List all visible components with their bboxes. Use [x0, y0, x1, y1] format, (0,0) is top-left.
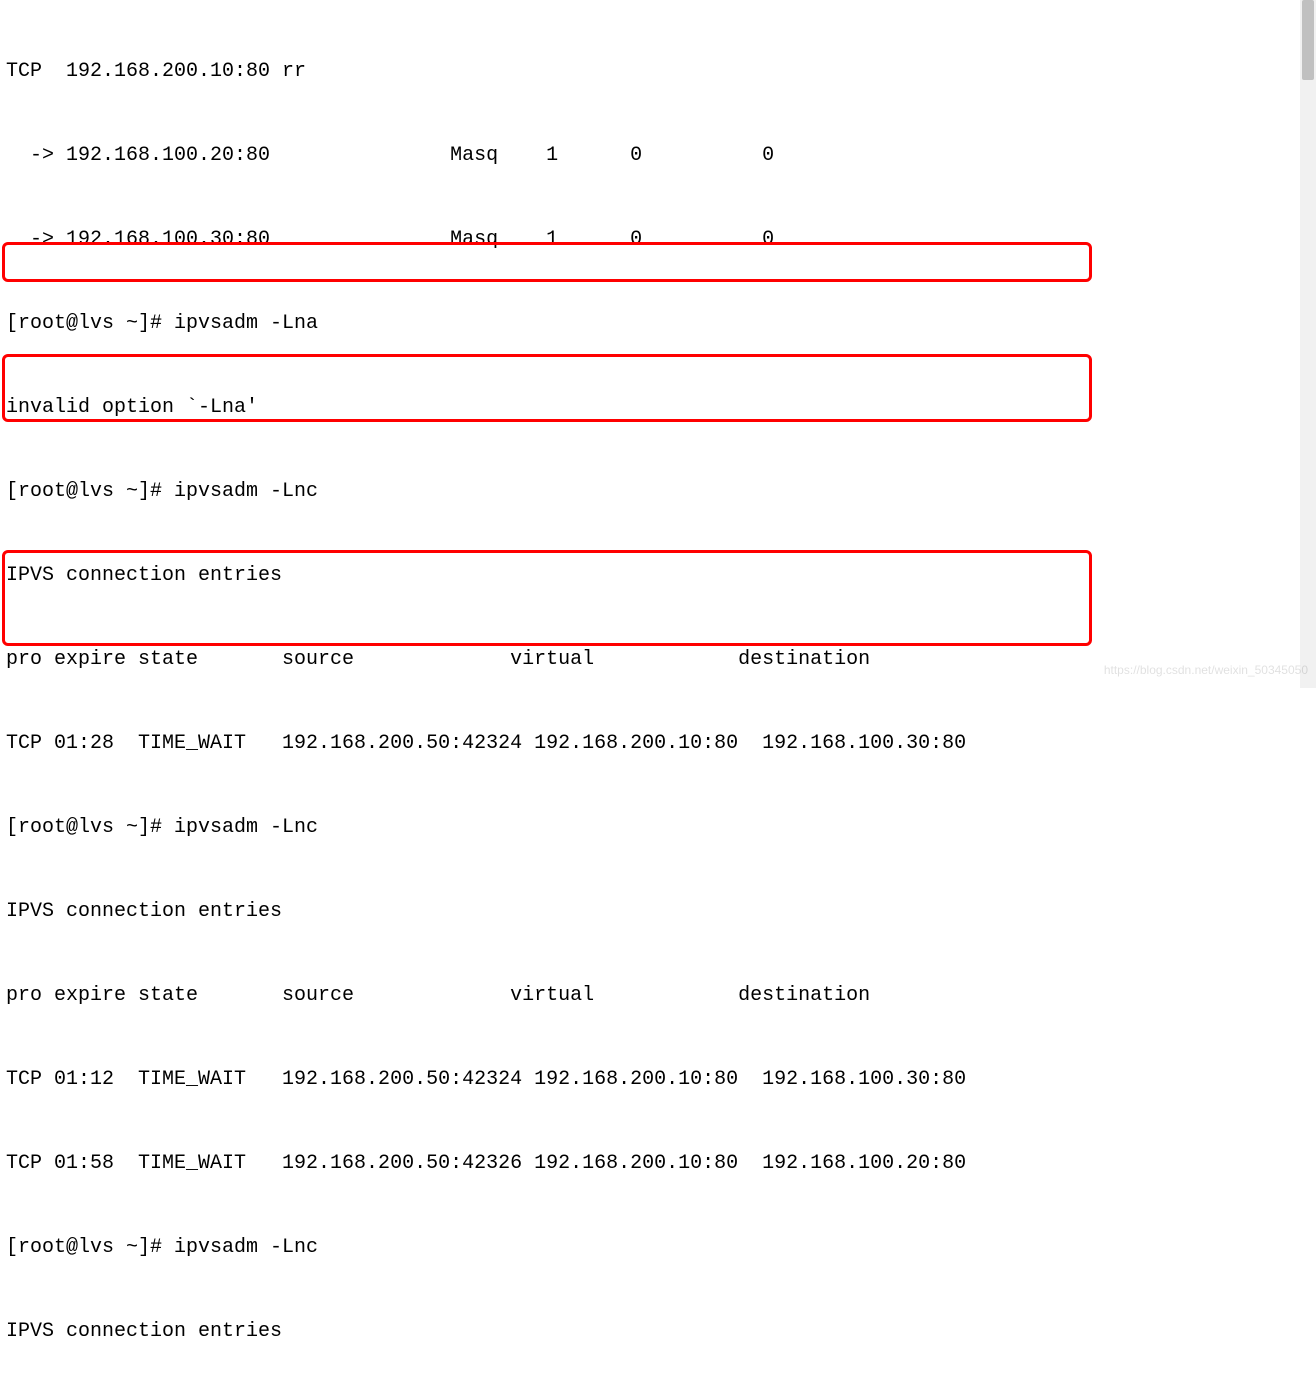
output-line: -> 192.168.100.20:80 Masq 1 0 0 [6, 142, 1310, 170]
output-line: TCP 01:58 TIME_WAIT 192.168.200.50:42326… [6, 1150, 1310, 1178]
output-line: pro expire state source virtual destinat… [6, 982, 1310, 1010]
output-line: [root@lvs ~]# ipvsadm -Lna [6, 310, 1310, 338]
vertical-scrollbar[interactable] [1300, 0, 1316, 688]
output-line: [root@lvs ~]# ipvsadm -Lnc [6, 1234, 1310, 1262]
output-line: -> 192.168.100.30:80 Masq 1 0 0 [6, 226, 1310, 254]
output-line: IPVS connection entries [6, 562, 1310, 590]
output-line: IPVS connection entries [6, 1318, 1310, 1346]
output-line: TCP 01:28 TIME_WAIT 192.168.200.50:42324… [6, 730, 1310, 758]
output-line: [root@lvs ~]# ipvsadm -Lnc [6, 814, 1310, 842]
output-line: [root@lvs ~]# ipvsadm -Lnc [6, 478, 1310, 506]
output-line: IPVS connection entries [6, 898, 1310, 926]
scrollbar-thumb[interactable] [1302, 0, 1314, 80]
output-line: TCP 192.168.200.10:80 rr [6, 58, 1310, 86]
watermark-text: https://blog.csdn.net/weixin_50345050 [1104, 656, 1308, 684]
output-line: invalid option `-Lna' [6, 394, 1310, 422]
terminal-output[interactable]: TCP 192.168.200.10:80 rr -> 192.168.100.… [0, 0, 1316, 1376]
output-line: TCP 01:12 TIME_WAIT 192.168.200.50:42324… [6, 1066, 1310, 1094]
